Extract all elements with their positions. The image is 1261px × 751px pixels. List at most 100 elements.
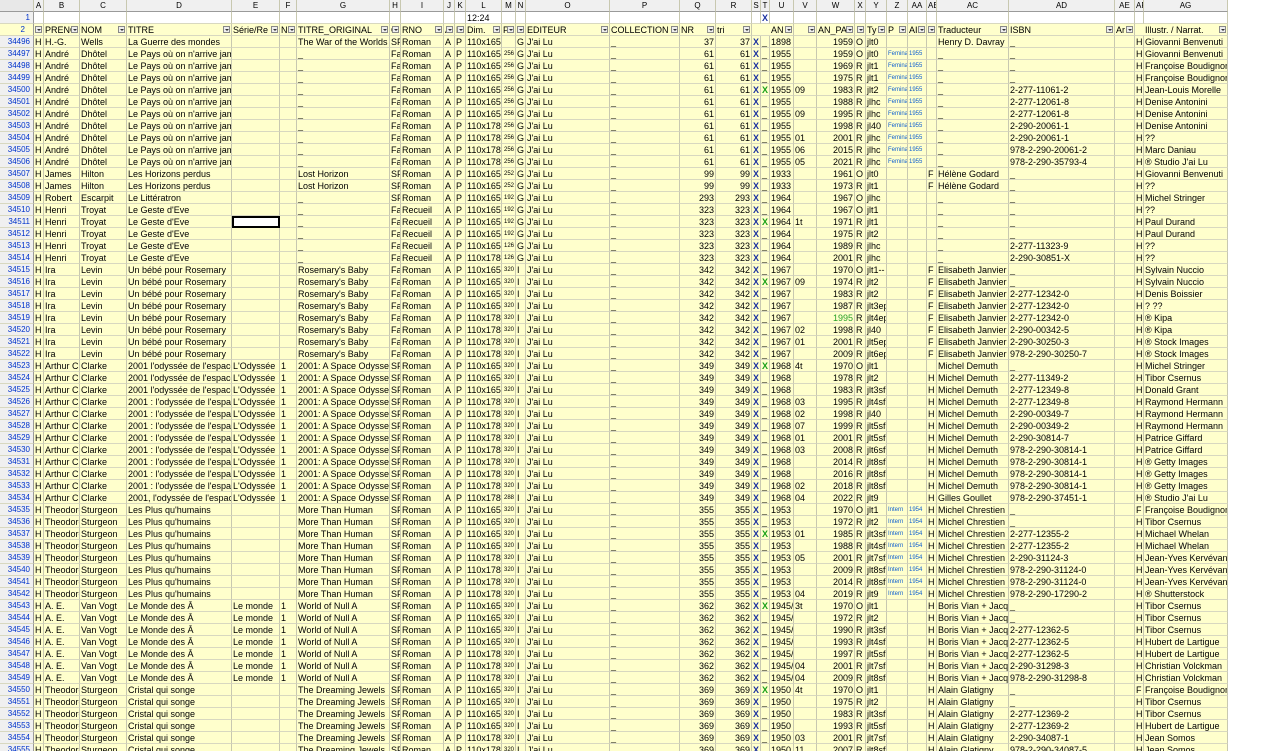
cell-f[interactable] (280, 564, 297, 576)
filter-dropdown-icon[interactable] (457, 26, 464, 33)
cell-n[interactable]: G (516, 156, 526, 168)
cell-i[interactable]: Roman (401, 72, 444, 84)
cell-d[interactable]: Le Pays où on n'arrive jamais (127, 108, 232, 120)
cell-w[interactable]: 1995 (817, 396, 855, 408)
cell-g[interactable]: 2001: A Space Odyssey (297, 384, 390, 396)
cell-b[interactable]: Theodore (44, 708, 80, 720)
column-header-t[interactable]: T (761, 0, 770, 12)
cell-aa[interactable] (908, 288, 927, 300)
column-header-ad[interactable]: AD (1009, 0, 1115, 12)
cell-b[interactable]: Arthur C. (44, 420, 80, 432)
cell-ag[interactable]: Denise Antonini (1144, 108, 1228, 120)
cell-b[interactable]: André (44, 72, 80, 84)
cell-o[interactable]: J'ai Lu (526, 360, 610, 372)
cell-e[interactable] (232, 684, 280, 696)
cell-j[interactable]: A (444, 456, 455, 468)
cell-e[interactable] (232, 276, 280, 288)
cell-q[interactable]: 362 (680, 624, 716, 636)
cell-j[interactable]: A (444, 660, 455, 672)
cell-ae[interactable] (1115, 744, 1135, 751)
cell-i[interactable]: Roman (401, 84, 444, 96)
cell-n[interactable]: I (516, 468, 526, 480)
cell-o[interactable]: J'ai Lu (526, 432, 610, 444)
cell-c[interactable]: Levin (80, 348, 127, 360)
cell-y[interactable]: jlhc (866, 240, 887, 252)
cell-x[interactable]: R (855, 540, 866, 552)
cell-f[interactable] (280, 312, 297, 324)
cell-v[interactable] (794, 516, 817, 528)
cell-v[interactable]: 03 (794, 396, 817, 408)
cell-v1[interactable] (794, 12, 817, 24)
cell-f[interactable] (280, 132, 297, 144)
row-number[interactable]: 34551 (0, 696, 34, 708)
cell-z[interactable]: Intern (887, 540, 908, 552)
cell-ae[interactable] (1115, 576, 1135, 588)
cell-q[interactable]: 342 (680, 324, 716, 336)
cell-d[interactable]: Le Geste d'Eve (127, 216, 232, 228)
cell-o[interactable]: J'ai Lu (526, 696, 610, 708)
cell-ae[interactable] (1115, 444, 1135, 456)
cell-aa[interactable] (908, 372, 927, 384)
cell-g[interactable]: The Dreaming Jewels (297, 696, 390, 708)
cell-o[interactable]: J'ai Lu (526, 576, 610, 588)
cell-b[interactable]: Theodore (44, 576, 80, 588)
cell-a[interactable]: H (34, 192, 44, 204)
cell-a[interactable]: H (34, 612, 44, 624)
cell-v[interactable]: 02 (794, 480, 817, 492)
cell-l[interactable]: 110x165 (466, 288, 502, 300)
cell-ac[interactable]: Michel Demuth (937, 432, 1009, 444)
column-header-d[interactable]: D (127, 0, 232, 12)
cell-e[interactable] (232, 108, 280, 120)
cell-c[interactable]: Dhôtel (80, 60, 127, 72)
filter-dropdown-icon[interactable] (601, 26, 608, 33)
cell-v[interactable]: 04 (794, 672, 817, 684)
cell-z[interactable] (887, 492, 908, 504)
cell-a[interactable]: H (34, 312, 44, 324)
cell-ab[interactable] (927, 252, 937, 264)
cell-ad[interactable]: 978-2-290-30814-1 (1009, 468, 1115, 480)
cell-t[interactable]: _ (761, 60, 770, 72)
cell-ad[interactable]: 978-2-290-31124-0 (1009, 564, 1115, 576)
cell-b[interactable]: Arthur C. (44, 456, 80, 468)
cell-p[interactable]: _ (610, 276, 680, 288)
cell-o[interactable]: J'ai Lu (526, 492, 610, 504)
cell-ad[interactable]: _ (1009, 192, 1115, 204)
cell-x[interactable]: R (855, 156, 866, 168)
cell-g[interactable]: World of Null A (297, 624, 390, 636)
cell-l1[interactable]: 12:24 (466, 12, 502, 24)
cell-z[interactable] (887, 168, 908, 180)
cell-w[interactable]: 1974 (817, 276, 855, 288)
cell-j[interactable]: A (444, 684, 455, 696)
cell-r[interactable]: 355 (716, 576, 752, 588)
cell-f[interactable] (280, 516, 297, 528)
cell-e[interactable]: Le monde (232, 612, 280, 624)
cell-g[interactable]: 2001: A Space Odyssey (297, 492, 390, 504)
cell-t[interactable]: _ (761, 120, 770, 132)
row-number[interactable]: 34550 (0, 684, 34, 696)
cell-y[interactable]: jlt1 (866, 72, 887, 84)
cell-f[interactable] (280, 180, 297, 192)
cell-s[interactable]: X (752, 192, 761, 204)
cell-j[interactable]: A (444, 648, 455, 660)
cell-p[interactable]: _ (610, 324, 680, 336)
cell-q[interactable]: 349 (680, 444, 716, 456)
cell-a[interactable]: H (34, 624, 44, 636)
cell-w[interactable]: 1959 (817, 48, 855, 60)
cell-q[interactable]: 355 (680, 552, 716, 564)
cell-ab[interactable] (927, 144, 937, 156)
cell-y[interactable]: jlt1 (866, 684, 887, 696)
filter-dropdown-icon[interactable] (743, 26, 750, 33)
cell-y[interactable]: jlt5sf (866, 648, 887, 660)
cell-ab[interactable]: H (927, 732, 937, 744)
cell-o[interactable]: J'ai Lu (526, 744, 610, 751)
cell-d[interactable]: Le Monde des Ā (127, 672, 232, 684)
cell-c[interactable]: Dhôtel (80, 120, 127, 132)
cell-z[interactable]: Intern (887, 552, 908, 564)
cell-d[interactable]: Le Pays où on n'arrive jamais (127, 60, 232, 72)
cell-y[interactable]: jlt0 (866, 168, 887, 180)
cell-h[interactable]: Fan (390, 144, 401, 156)
cell-y[interactable]: jlt5sf (866, 432, 887, 444)
cell-g[interactable]: _ (297, 228, 390, 240)
cell-j[interactable]: A (444, 420, 455, 432)
column-header-b[interactable]: B (44, 0, 80, 12)
